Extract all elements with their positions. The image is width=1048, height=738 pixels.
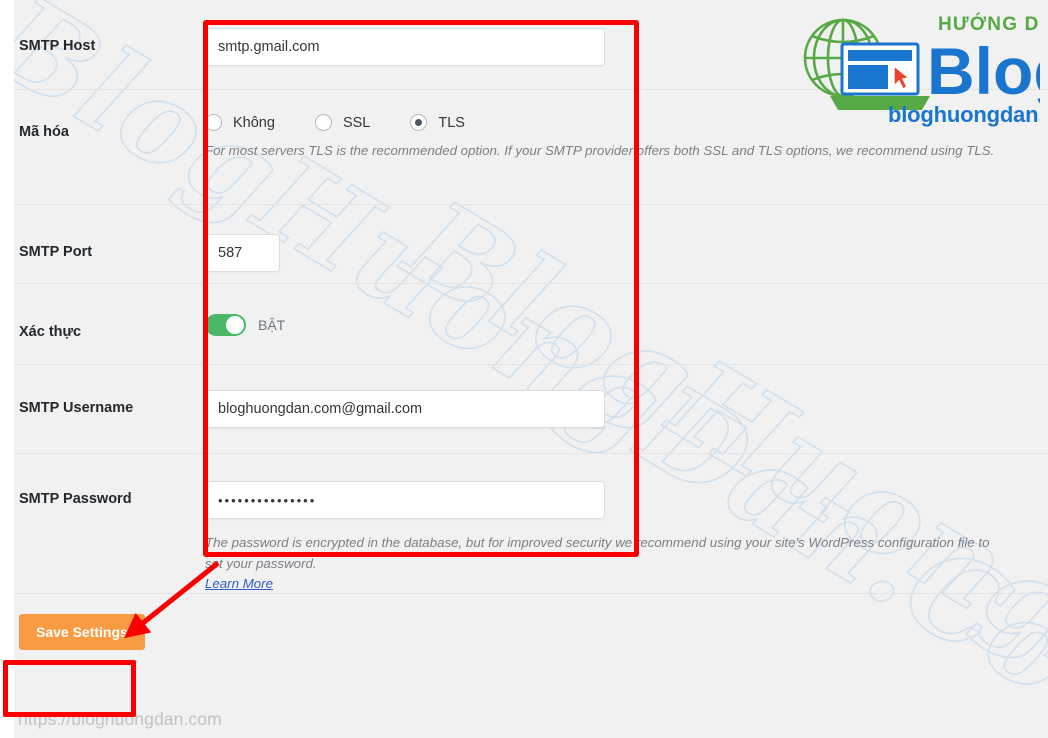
encryption-description: For most servers TLS is the recommended …: [205, 143, 995, 158]
laptop-icon: [830, 42, 930, 110]
url-watermark-text: https://bloghuongdan.com: [18, 709, 222, 729]
radio-label-ssl: SSL: [342, 114, 371, 131]
smtp-password-description: The password is encrypted in the databas…: [205, 535, 990, 571]
logo-word-text: Blog: [927, 34, 1040, 108]
smtp-password-input[interactable]: [205, 481, 605, 519]
toggle-knob-icon: [226, 316, 244, 334]
label-smtp-host: SMTP Host: [19, 38, 96, 54]
smtp-username-input[interactable]: [205, 390, 605, 428]
save-settings-button[interactable]: Save Settings: [19, 614, 145, 651]
radio-circle-icon: [205, 114, 222, 131]
radio-option-tls[interactable]: TLS: [410, 114, 465, 131]
radio-circle-icon: [314, 114, 332, 131]
radio-circle-checked-icon: [410, 114, 428, 131]
field-smtp-username: [205, 390, 1048, 428]
field-smtp-password: The password is encrypted in the databas…: [205, 481, 1048, 593]
save-field: Save Settings: [19, 614, 1048, 651]
logo-tagline-text: HƯỚNG DẪN: [938, 13, 1040, 35]
label-encryption: Mã hóa: [19, 124, 69, 140]
radio-option-ssl[interactable]: SSL: [314, 114, 371, 131]
admin-left-gutter: [0, 0, 14, 738]
save-row: Save Settings: [14, 594, 1048, 651]
label-smtp-password: SMTP Password: [19, 491, 132, 507]
field-smtp-port: [205, 234, 1048, 272]
field-row-smtp-username: SMTP Username: [14, 365, 1048, 454]
field-row-smtp-password: SMTP Password The password is encrypted …: [14, 454, 1048, 595]
field-row-authentication: Xác thực BẬT: [14, 284, 1048, 365]
smtp-host-input[interactable]: [205, 28, 605, 66]
label-authentication: Xác thực: [19, 324, 82, 340]
authentication-toggle-wrap: BẬT: [205, 314, 1038, 336]
authentication-toggle-label: BẬT: [258, 317, 286, 333]
radio-option-none[interactable]: Không: [205, 114, 275, 131]
radio-label-none: Không: [233, 114, 275, 131]
learn-more-link[interactable]: Learn More: [205, 576, 273, 591]
label-smtp-port: SMTP Port: [19, 244, 93, 260]
radio-label-tls: TLS: [438, 114, 465, 131]
logo-domain-text: bloghuongdan.com: [888, 102, 1040, 127]
smtp-port-input[interactable]: [205, 234, 280, 272]
field-authentication: BẬT: [205, 314, 1048, 336]
label-smtp-username: SMTP Username: [19, 400, 134, 416]
field-row-smtp-port: SMTP Port: [14, 205, 1048, 284]
authentication-toggle[interactable]: [205, 314, 246, 336]
bloghuongdan-logo: HƯỚNG DẪN Blog bloghuongdan.com: [790, 6, 1048, 134]
settings-page: BlogHuongDan.Com BlogHuongDan.Com SMTP H…: [0, 0, 1048, 738]
